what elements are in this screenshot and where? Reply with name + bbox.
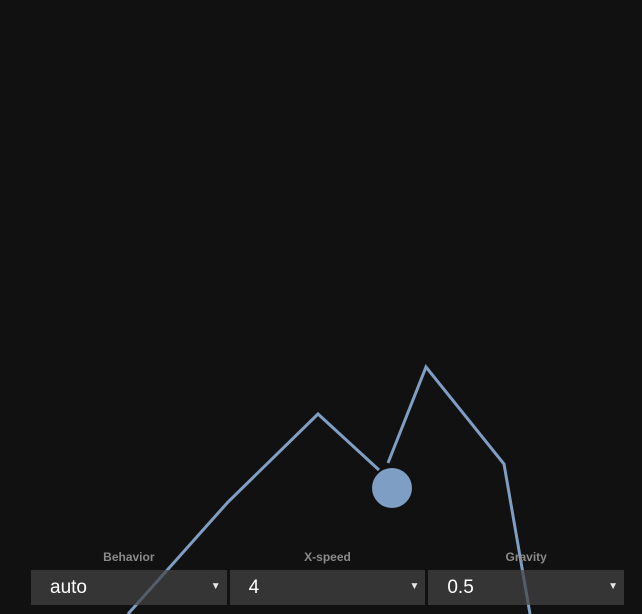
gravity-select[interactable]: 0.5 ▼ [428, 570, 625, 605]
x-speed-select[interactable]: 4 ▼ [229, 570, 426, 605]
gravity-control: Gravity 0.5 ▼ [428, 550, 625, 606]
behavior-control: Behavior auto ▼ [31, 550, 227, 606]
x-speed-value: 4 [248, 577, 260, 598]
behavior-select[interactable]: auto ▼ [31, 570, 227, 605]
triangle-down-icon: ▼ [210, 581, 221, 592]
ball [372, 468, 412, 508]
controls-bar: Behavior auto ▼ X-speed 4 ▼ Gravity 0.5 … [31, 550, 625, 606]
triangle-down-icon: ▼ [409, 581, 420, 592]
behavior-value: auto [50, 577, 87, 598]
gravity-label: Gravity [505, 550, 547, 564]
behavior-label: Behavior [103, 550, 155, 564]
x-speed-label: X-speed [304, 550, 351, 564]
game-canvas[interactable] [0, 0, 642, 614]
triangle-down-icon: ▼ [608, 581, 619, 592]
x-speed-control: X-speed 4 ▼ [229, 550, 426, 606]
gravity-value: 0.5 [447, 577, 474, 598]
